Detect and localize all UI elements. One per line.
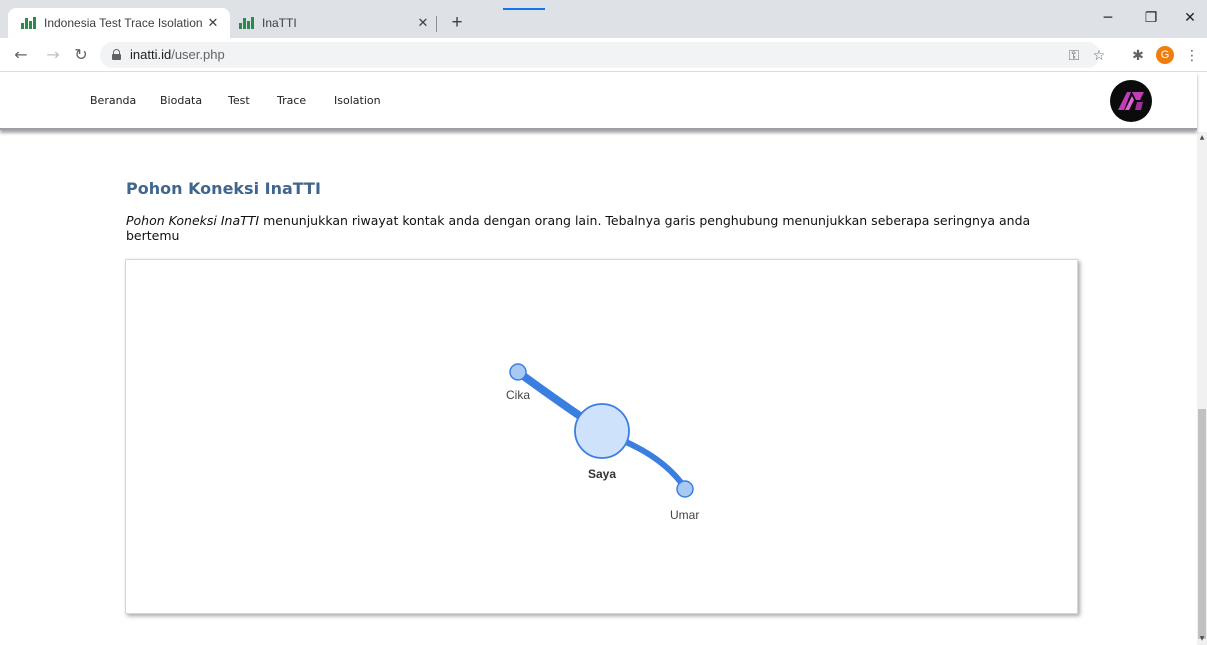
nav-link-test[interactable]: Test [228,94,250,107]
connection-graph: Cika Saya Umar [506,363,699,522]
tab-close-icon[interactable]: ✕ [204,14,222,32]
browser-toolbar: ← → ↻ inatti.id/user.php ⚿ ☆ ✱ G ⋮ [0,38,1207,72]
scroll-up-arrow-icon[interactable]: ▲ [1197,134,1207,141]
nav-link-beranda[interactable]: Beranda [90,94,136,107]
bar-chart-favicon-icon [238,16,254,30]
node-saya[interactable] [574,403,630,459]
minimize-icon[interactable]: ─ [1096,6,1120,30]
edge-saya-umar [623,439,688,491]
address-bar[interactable]: inatti.id/user.php [100,42,1100,68]
profile-avatar[interactable]: G [1156,46,1174,64]
page-content: Pohon Koneksi InaTTI Pohon Koneksi InaTT… [0,132,1197,645]
loading-indicator [503,8,545,10]
star-icon[interactable]: ☆ [1089,46,1109,66]
puzzle-extensions-icon[interactable]: ✱ [1128,46,1148,66]
reload-icon[interactable]: ↻ [70,44,92,66]
url-text: inatti.id/user.php [130,47,225,62]
tab-inatti[interactable]: InaTTI ✕ [230,8,440,38]
browser-tab-strip: Indonesia Test Trace Isolation ✕ InaTTI … [0,0,1207,38]
node-label-saya: Saya [588,467,616,481]
page-title: Pohon Koneksi InaTTI [126,179,321,198]
tab-divider [436,16,437,32]
node-label-cika: Cika [506,388,530,402]
node-label-umar: Umar [670,508,699,522]
lock-icon [112,49,121,60]
page-description: Pohon Koneksi InaTTI menunjukkan riwayat… [126,213,1031,243]
connection-tree-panel: Cika Saya Umar [125,259,1078,614]
bar-chart-favicon-icon [20,16,36,30]
nav-link-biodata[interactable]: Biodata [160,94,202,107]
key-icon[interactable]: ⚿ [1064,46,1084,66]
node-cika[interactable] [509,363,527,381]
tab-close-icon[interactable]: ✕ [414,14,432,32]
tab-indonesia-test-trace-isolation[interactable]: Indonesia Test Trace Isolation ✕ [8,8,230,38]
restore-icon[interactable]: ❐ [1139,6,1163,30]
window-close-icon[interactable]: ✕ [1178,6,1202,30]
more-menu-icon[interactable]: ⋮ [1182,46,1202,66]
back-arrow-icon[interactable]: ← [10,44,32,66]
forward-arrow-icon[interactable]: → [42,44,64,66]
tab-title: InaTTI [262,16,297,30]
scrollbar-thumb[interactable] [1198,409,1206,639]
scroll-down-arrow-icon[interactable]: ▼ [1197,635,1207,642]
vertical-scrollbar[interactable]: ▲ ▼ [1197,132,1207,645]
brand-logo[interactable] [1110,80,1152,122]
node-umar[interactable] [676,480,694,498]
tab-title: Indonesia Test Trace Isolation [44,16,203,30]
site-navbar: Beranda Biodata Test Trace Isolation [0,72,1197,130]
nav-link-trace[interactable]: Trace [277,94,306,107]
nav-link-isolation[interactable]: Isolation [334,94,381,107]
new-tab-button[interactable]: + [446,12,468,34]
